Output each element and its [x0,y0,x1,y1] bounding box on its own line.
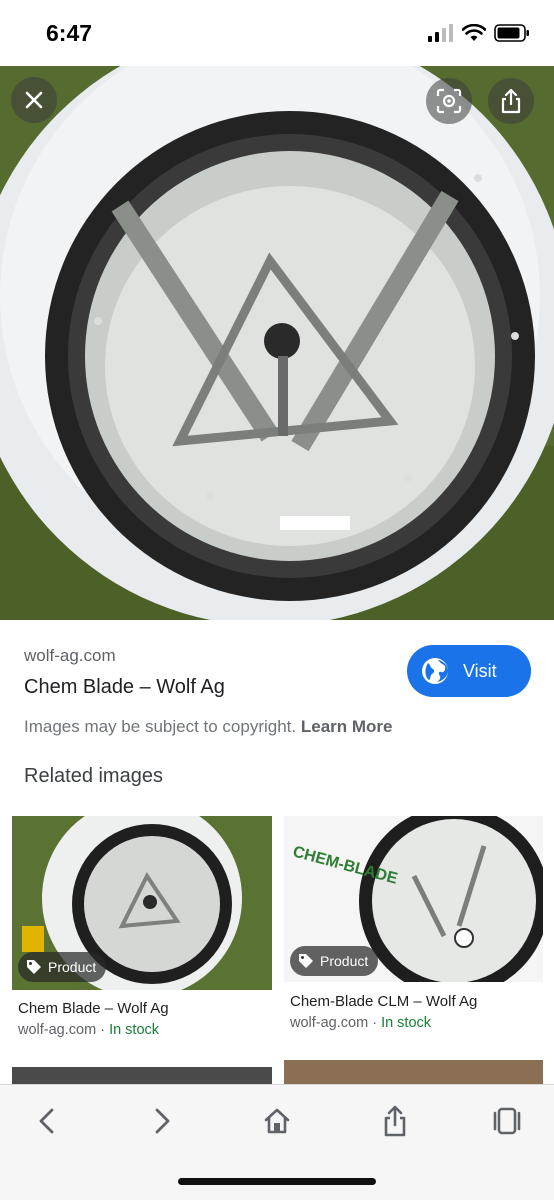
result-title[interactable]: Chem Blade – Wolf Ag [24,676,225,699]
battery-icon [494,24,529,42]
home-button[interactable] [255,1099,299,1143]
back-icon [39,1108,54,1134]
badge-label: Product [320,953,369,969]
copyright-text: Images may be subject to copyright. [24,717,297,736]
related-meta-2: wolf-ag.com · In stock [290,1015,432,1031]
share-icon [501,88,521,114]
related-source: wolf-ag.com [18,1022,97,1038]
forward-icon [155,1108,170,1134]
home-indicator [178,1178,376,1185]
related-source: wolf-ag.com [290,1015,369,1031]
related-title-1[interactable]: Chem Blade – Wolf Ag [18,1000,169,1017]
status-time: 6:47 [46,20,93,46]
visit-button[interactable]: Visit [407,645,531,697]
related-image-3[interactable] [12,1067,272,1084]
main-image[interactable] [0,66,554,620]
share-icon [384,1105,406,1137]
stock-status: In stock [109,1022,160,1038]
globe-icon [422,658,448,684]
share-page-button[interactable] [373,1099,417,1143]
product-badge: Product [290,946,379,976]
related-title-2[interactable]: Chem-Blade CLM – Wolf Ag [290,993,477,1010]
home-icon [264,1108,290,1134]
cellular-signal-icon [428,24,453,42]
badge-label: Product [48,959,97,975]
lens-icon [436,88,462,114]
related-meta-1: wolf-ag.com · In stock [18,1022,160,1038]
related-image-2[interactable]: CHEM-BLADE Product [284,816,543,982]
product-badge: Product [18,952,107,982]
related-images-heading: Related images [24,765,163,787]
lens-button[interactable] [426,78,472,124]
back-button[interactable] [25,1099,69,1143]
wifi-icon [462,24,486,41]
visit-label: Visit [463,660,497,681]
related-image-1[interactable]: Product [12,816,272,990]
source-domain[interactable]: wolf-ag.com [24,646,116,666]
tabs-button[interactable] [485,1099,529,1143]
learn-more-link[interactable]: Learn More [301,717,393,736]
share-image-button[interactable] [488,78,534,124]
related-image-4[interactable] [284,1060,543,1084]
tank-photo [0,66,554,620]
close-icon [25,91,43,109]
forward-button[interactable] [140,1099,184,1143]
copyright-notice: Images may be subject to copyright. Lear… [24,717,393,737]
status-bar: 6:47 [0,0,554,66]
tabs-icon [493,1107,521,1135]
status-icons [428,24,530,42]
stock-status: In stock [381,1015,432,1031]
close-button[interactable] [11,77,57,123]
tag-icon [299,954,313,968]
tag-icon [27,960,41,974]
